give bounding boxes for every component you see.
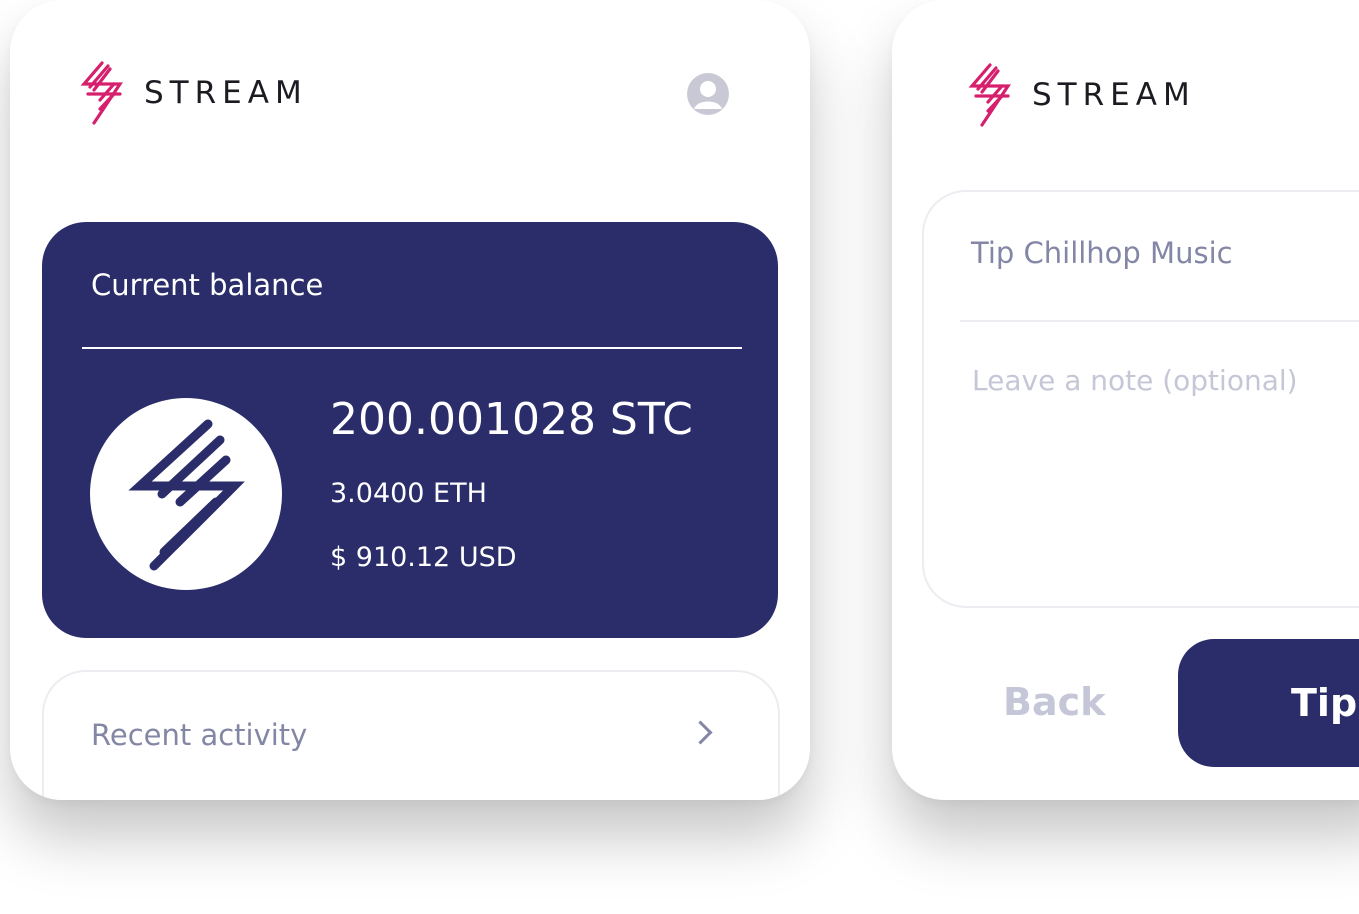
recent-activity-button[interactable]: Recent activity (42, 670, 780, 800)
stream-logo: STREAM (80, 60, 308, 126)
tip-recipient-title: Tip Chillhop Music (971, 236, 1233, 270)
tip-form: Tip Chillhop Music (922, 190, 1359, 608)
chevron-right-icon (688, 720, 713, 745)
usd-balance: $ 910.12 USD (330, 542, 517, 573)
balance-title: Current balance (91, 268, 324, 302)
stream-logo: STREAM (968, 62, 1196, 128)
stream-bolt-icon (128, 419, 245, 571)
tip-button[interactable]: Tip (1178, 639, 1359, 767)
stream-coin (90, 398, 282, 590)
user-circle-icon (694, 81, 722, 109)
brand-name: STREAM (144, 75, 308, 111)
brand-name: STREAM (1032, 77, 1196, 113)
eth-balance: 3.0400 ETH (330, 478, 487, 509)
stc-balance: 200.001028 STC (330, 394, 693, 445)
stream-logo-icon (968, 63, 1011, 127)
wallet-card: STREAM Current balance 200.001028 STC 3.… (10, 0, 810, 800)
stream-logo-icon (80, 61, 123, 125)
recent-activity-label: Recent activity (91, 718, 308, 752)
balance-panel: Current balance 200.001028 STC 3.0400 ET… (42, 222, 778, 638)
form-divider (960, 320, 1359, 322)
balance-divider (82, 347, 742, 349)
note-input[interactable] (970, 362, 1359, 566)
back-button[interactable]: Back (1003, 680, 1105, 724)
profile-button[interactable] (687, 73, 729, 115)
tip-card: STREAM Tip Chillhop Music Back Tip (892, 0, 1359, 800)
